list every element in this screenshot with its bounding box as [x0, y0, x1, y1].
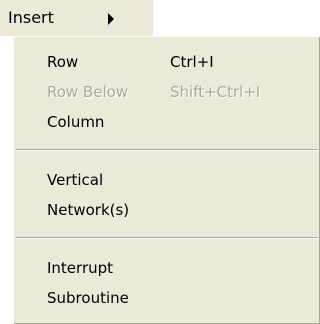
menu-item-vertical[interactable]: Vertical [14, 167, 320, 193]
submenu-arrow-icon [108, 13, 114, 25]
menu-separator [16, 237, 318, 239]
menu-item-insert[interactable]: Insert [0, 0, 153, 36]
menu-separator [16, 149, 318, 151]
menu-item-interrupt-label: Interrupt [47, 259, 114, 277]
menu-item-insert-label: Insert [8, 8, 54, 27]
menu-item-row-shortcut: Ctrl+I [170, 53, 214, 71]
menu-item-row-below-shortcut: Shift+Ctrl+I [170, 83, 261, 101]
menu-item-row-label: Row [47, 53, 79, 71]
menu-item-subroutine-label: Subroutine [47, 289, 129, 307]
menu-item-column-label: Column [47, 113, 105, 131]
menu-item-networks-label: Network(s) [47, 201, 130, 219]
menu-item-row-below-label: Row Below [47, 83, 129, 101]
menu-item-row-below: Row Below Shift+Ctrl+I [14, 79, 320, 105]
menu-item-column[interactable]: Column [14, 109, 320, 135]
menu-item-networks[interactable]: Network(s) [14, 197, 320, 223]
menu-item-row[interactable]: Row Ctrl+I [14, 49, 320, 75]
menu-item-subroutine[interactable]: Subroutine [14, 285, 320, 311]
menu-item-interrupt[interactable]: Interrupt [14, 255, 320, 281]
menu-item-vertical-label: Vertical [47, 171, 104, 189]
insert-submenu: Row Ctrl+I Row Below Shift+Ctrl+I Column… [13, 36, 320, 324]
